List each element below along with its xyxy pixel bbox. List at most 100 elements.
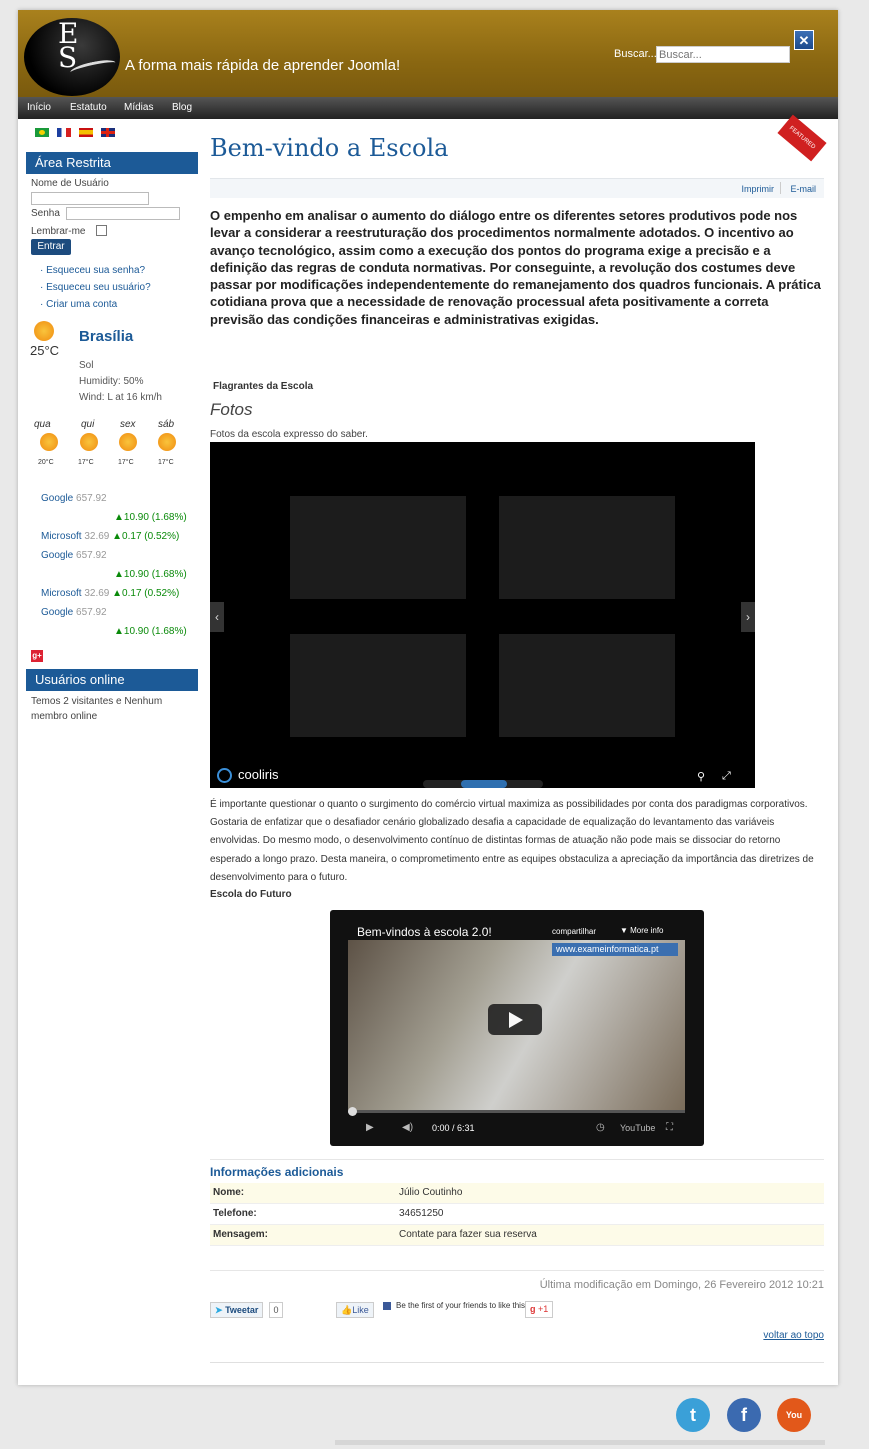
youtube-icon[interactable]: You	[777, 1398, 811, 1432]
video-title[interactable]: Bem-vindos à escola 2.0!	[357, 925, 492, 939]
info-key: Nome:	[213, 1187, 245, 1198]
nav-item-midias[interactable]: Mídias	[124, 102, 153, 113]
online-text: Temos 2 visitantes e Nenhum membro onlin…	[31, 696, 163, 722]
video-progress-knob[interactable]	[348, 1107, 357, 1116]
gallery-brand: cooliris	[238, 767, 279, 782]
tweet-button[interactable]: ➤ Tweetar	[210, 1302, 264, 1318]
facebook-icon	[383, 1302, 391, 1310]
gallery-next-icon[interactable]: ›	[741, 602, 755, 632]
weather-wind: Wind: L at 16 km/h	[79, 392, 162, 403]
video-watermark: www.exameinformatica.pt	[552, 943, 678, 956]
search-input[interactable]	[656, 46, 790, 63]
site-tagline: A forma mais rápida de aprender Joomla!	[125, 57, 401, 74]
article-toolbar: Imprimir E-mail	[210, 178, 824, 198]
facebook-like-text: Be the first of your friends to like thi…	[396, 1301, 528, 1310]
remember-checkbox[interactable]	[96, 225, 107, 236]
photo-gallery[interactable]: ‹ › cooliris ⚲ ⤢	[210, 442, 755, 788]
fullscreen-icon[interactable]: ⛶	[666, 1122, 673, 1133]
gallery-thumbnail[interactable]	[499, 634, 675, 737]
divider	[210, 1362, 824, 1363]
page-container: E S A forma mais rápida de aprender Joom…	[18, 10, 838, 1385]
cooliris-logo-icon	[217, 768, 232, 783]
sun-icon	[40, 433, 58, 451]
close-icon[interactable]: ✕	[794, 30, 814, 50]
print-link[interactable]: Imprimir	[742, 184, 775, 194]
forecast-low: 20°C	[38, 459, 54, 466]
gallery-thumbnail[interactable]	[499, 496, 675, 599]
password-field[interactable]	[66, 207, 180, 220]
fullscreen-icon[interactable]: ⤢	[722, 770, 731, 783]
forecast-day: sex	[120, 419, 136, 430]
stock-change: ▲10.90 (1.68%)	[114, 569, 187, 580]
nav-item-inicio[interactable]: Início	[27, 102, 51, 113]
watch-later-icon[interactable]: ◷	[596, 1122, 605, 1133]
france-flag-icon[interactable]	[57, 128, 72, 137]
google-plus-one-button[interactable]: g +1	[525, 1301, 554, 1318]
video-progress-bar[interactable]	[348, 1110, 685, 1113]
weather-temp: 25°C	[30, 343, 60, 358]
stock-ticker[interactable]: Google 657.92	[41, 607, 107, 618]
forecast-day: qui	[81, 419, 95, 430]
video-time: 0:00 / 6:31	[432, 1123, 475, 1133]
weather-city: Brasília	[79, 328, 134, 345]
spain-flag-icon[interactable]	[79, 128, 94, 137]
twitter-icon[interactable]: t	[676, 1398, 710, 1432]
stock-ticker[interactable]: Microsoft 32.69 ▲0.17 (0.52%)	[41, 588, 179, 599]
video-player[interactable]: Bem-vindos à escola 2.0! compartilhar ▼ …	[330, 910, 704, 1146]
gallery-scroll-thumb[interactable]	[461, 780, 507, 788]
weather-humidity: Humidity: 50%	[79, 376, 144, 387]
play-icon[interactable]	[488, 1004, 542, 1035]
volume-icon[interactable]: ◀)	[402, 1122, 413, 1133]
stock-ticker[interactable]: Microsoft 32.69 ▲0.17 (0.52%)	[41, 531, 179, 542]
zoom-icon[interactable]: ⚲	[697, 770, 705, 783]
forecast-low: 17°C	[78, 459, 94, 466]
login-box-title: Área Restrita	[26, 152, 198, 174]
video-share-button[interactable]: compartilhar	[552, 927, 596, 936]
facebook-icon[interactable]: f	[727, 1398, 761, 1432]
create-account-link[interactable]: · Criar uma conta	[40, 299, 117, 310]
info-key: Telefone:	[213, 1208, 257, 1219]
gallery-scrollbar[interactable]	[423, 780, 543, 788]
remember-label: Lembrar-me	[31, 226, 86, 237]
forgot-password-link[interactable]: · Esqueceu sua senha?	[40, 265, 145, 276]
email-link[interactable]: E-mail	[790, 184, 816, 194]
username-field[interactable]	[31, 192, 149, 205]
stock-ticker[interactable]: Google 657.92	[41, 550, 107, 561]
forecast-day: sáb	[158, 419, 175, 430]
info-value: Júlio Coutinho	[399, 1187, 463, 1198]
gallery-thumbnail[interactable]	[290, 634, 466, 737]
stock-ticker[interactable]: Google 657.92	[41, 493, 107, 504]
video-more-info-button[interactable]: ▼ More info	[620, 926, 664, 935]
uk-flag-icon[interactable]	[101, 128, 116, 137]
search-label: Buscar...	[614, 48, 657, 60]
gallery-caption: Fotos da escola expresso do saber.	[210, 429, 368, 440]
gallery-thumbnail[interactable]	[290, 496, 466, 599]
toolbar-divider	[780, 182, 781, 194]
article-paragraph: É importante questionar o quanto o surgi…	[210, 799, 814, 883]
featured-badge: FEATURED	[777, 114, 827, 162]
info-title: Informações adicionais	[210, 1165, 344, 1179]
language-flags	[35, 128, 120, 140]
facebook-like-button[interactable]: 👍Like	[336, 1302, 374, 1318]
forecast-low: 17°C	[118, 459, 134, 466]
sun-icon	[80, 433, 98, 451]
login-button[interactable]: Entrar	[31, 239, 71, 255]
nav-item-blog[interactable]: Blog	[172, 102, 192, 113]
google-plus-icon[interactable]: g+	[31, 650, 43, 662]
info-value: Contate para fazer sua reserva	[399, 1229, 537, 1240]
gallery-prev-icon[interactable]: ‹	[210, 602, 224, 632]
sun-icon	[34, 321, 54, 341]
article-intro: O empenho em analisar o aumento do diálo…	[210, 208, 821, 327]
nav-item-estatuto[interactable]: Estatuto	[70, 102, 107, 113]
gallery-title: Fotos	[210, 400, 253, 419]
username-label: Nome de Usuário	[31, 178, 109, 189]
forecast-day: qua	[34, 419, 51, 430]
forecast-low: 17°C	[158, 459, 174, 466]
brazil-flag-icon[interactable]	[35, 128, 49, 137]
youtube-logo-icon[interactable]: YouTube	[620, 1123, 655, 1133]
password-label: Senha	[31, 208, 60, 219]
forgot-username-link[interactable]: · Esqueceu seu usuário?	[40, 282, 151, 293]
play-button-icon[interactable]: ▶	[366, 1122, 374, 1133]
thumbs-up-icon: 👍	[341, 1305, 353, 1315]
back-to-top-link[interactable]: voltar ao topo	[210, 1330, 824, 1341]
